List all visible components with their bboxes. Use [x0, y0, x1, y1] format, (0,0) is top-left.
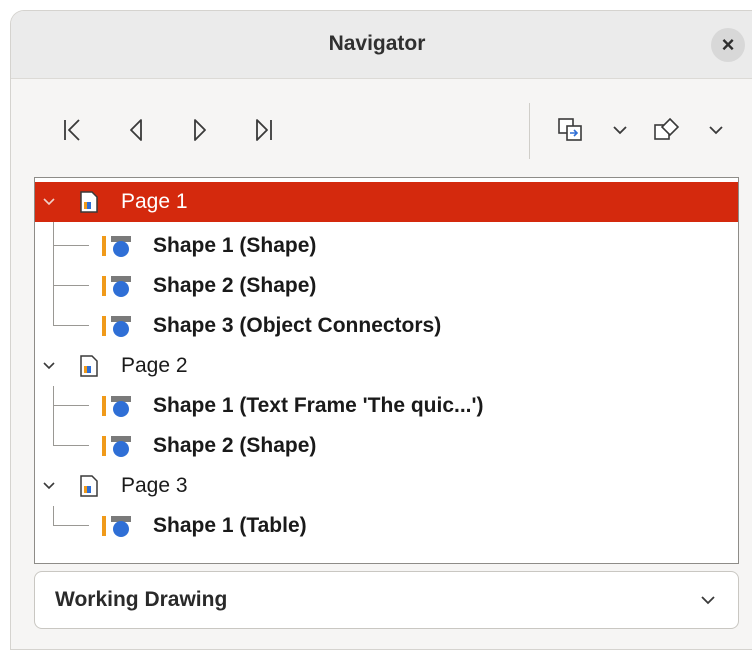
tree-item-shape[interactable]: Shape 1 (Text Frame 'The quic...') [35, 386, 738, 426]
shape-icon [102, 436, 131, 457]
tree-item-label: Page 2 [121, 354, 188, 377]
tree-connector [53, 445, 89, 446]
tree-connector [53, 245, 89, 246]
shape-icon [102, 516, 131, 537]
toolbar-separator [529, 103, 530, 159]
previous-page-icon [130, 119, 142, 141]
first-page-button[interactable] [57, 115, 87, 145]
tree-connector [53, 285, 89, 286]
tree-item-shape[interactable]: Shape 2 (Shape) [35, 266, 738, 306]
tree-item-label: Shape 2 (Shape) [153, 274, 317, 297]
navigator-tree[interactable]: Page 1 Shape 1 (Shape) Shape 2 (Shape) S… [34, 177, 739, 564]
tree-item-label: Shape 3 (Object Connectors) [153, 314, 442, 337]
tree-item-shape[interactable]: Shape 1 (Shape) [35, 226, 738, 266]
shapes-filter-chevron-down-icon[interactable] [707, 121, 725, 139]
close-icon: × [721, 32, 735, 57]
chevron-down-icon[interactable] [41, 358, 57, 374]
tree-item-label: Page 3 [121, 474, 188, 497]
shape-icon [102, 396, 131, 417]
page-icon [80, 475, 98, 497]
chevron-down-icon[interactable] [41, 194, 57, 210]
previous-page-button[interactable] [121, 115, 151, 145]
chevron-down-icon [701, 596, 715, 605]
last-page-button[interactable] [249, 115, 279, 145]
title-bar: Navigator × [11, 11, 752, 79]
next-page-icon [194, 119, 206, 141]
drag-mode-chevron-down-icon[interactable] [611, 121, 629, 139]
shape-icon [102, 276, 131, 297]
tree-item-label: Shape 1 (Text Frame 'The quic...') [153, 394, 484, 417]
tree-item-label: Shape 1 (Table) [153, 514, 307, 537]
last-page-icon [256, 119, 272, 141]
tree-connector [53, 325, 89, 326]
first-page-icon [64, 119, 80, 141]
toolbar [11, 79, 752, 181]
close-button[interactable]: × [711, 28, 745, 62]
tree-item-shape[interactable]: Shape 2 (Shape) [35, 426, 738, 466]
shape-icon [102, 236, 131, 257]
navigator-window: Navigator × Page 1 Shape 1 (Shape) Shape… [10, 10, 752, 650]
page-icon [80, 191, 98, 213]
tree-item-label: Page 1 [121, 190, 188, 213]
drag-mode-icon [558, 118, 582, 141]
document-select[interactable]: Working Drawing [34, 571, 739, 629]
drag-mode-button[interactable] [555, 115, 585, 145]
shape-icon [102, 316, 131, 337]
show-shapes-icon [654, 117, 680, 140]
next-page-button[interactable] [185, 115, 215, 145]
chevron-down-icon[interactable] [41, 478, 57, 494]
window-title: Navigator [328, 32, 426, 55]
document-select-value: Working Drawing [55, 588, 228, 611]
tree-item-shape[interactable]: Shape 3 (Object Connectors) [35, 306, 738, 346]
tree-item-page-3[interactable]: Page 3 [35, 466, 738, 506]
tree-item-label: Shape 1 (Shape) [153, 234, 317, 257]
page-icon [80, 355, 98, 377]
tree-item-shape[interactable]: Shape 1 (Table) [35, 506, 738, 546]
tree-item-label: Shape 2 (Shape) [153, 434, 317, 457]
tree-connector [53, 525, 89, 526]
shapes-filter-button[interactable] [651, 115, 681, 145]
tree-connector [53, 405, 89, 406]
tree-item-page-2[interactable]: Page 2 [35, 346, 738, 386]
tree-item-page-1[interactable]: Page 1 [35, 182, 738, 222]
